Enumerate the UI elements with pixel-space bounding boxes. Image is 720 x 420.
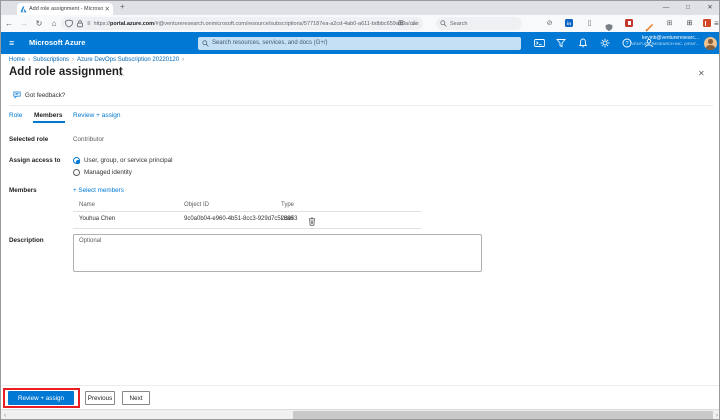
shield-icon[interactable]	[65, 19, 73, 28]
url-text: https://portal.azure.com/#@ventureresear…	[93, 20, 419, 27]
description-textarea[interactable]	[73, 234, 482, 272]
member-type: User	[281, 216, 294, 222]
window-close-button[interactable]: ✕	[699, 1, 719, 15]
azure-favicon-icon	[20, 6, 27, 12]
search-icon	[440, 20, 447, 27]
linkedin-extension-icon[interactable]: in	[565, 19, 574, 28]
scrollbar-thumb[interactable]	[293, 411, 713, 419]
col-header-type: Type	[281, 202, 295, 208]
tab-role[interactable]: Role	[9, 112, 22, 119]
browser-search-box[interactable]: Search	[436, 17, 522, 30]
new-tab-button[interactable]: +	[120, 2, 125, 11]
search-icon	[202, 39, 209, 47]
members-label: Members	[9, 187, 37, 194]
tab-title: Add role assignment - Microso	[29, 6, 103, 12]
table-row-divider	[73, 228, 421, 229]
hamburger-menu-icon[interactable]: ≡	[9, 32, 14, 54]
apps-grid-icon[interactable]: ⊞	[398, 15, 404, 32]
onenote-extension-icon[interactable]	[703, 19, 712, 28]
azure-search-box[interactable]: Search resources, services, and docs (G+…	[198, 36, 521, 50]
azure-brand[interactable]: Microsoft Azure	[29, 32, 85, 54]
description-label: Description	[9, 237, 44, 244]
window-maximize-button[interactable]: □	[677, 1, 699, 15]
title-menu-icon[interactable]: …	[118, 71, 126, 78]
cloud-shell-icon[interactable]	[528, 38, 550, 48]
breadcrumb-subscription-name[interactable]: Azure DevOps Subscription 20220120	[77, 57, 179, 63]
avatar[interactable]	[704, 36, 717, 50]
tab-close-icon[interactable]: ✕	[105, 5, 110, 13]
scroll-right-icon[interactable]: ›	[716, 410, 718, 419]
browser-window: Add role assignment - Microso ✕ + — □ ✕ …	[0, 0, 720, 420]
grid-extension-icon[interactable]: ⊞	[665, 19, 674, 28]
review-assign-button[interactable]: Review + assign	[8, 391, 74, 405]
browser-toolbar: ← → ↻ ⌂ ≡ https://portal.azure.com/#@ven…	[1, 15, 719, 32]
breadcrumb-subscriptions[interactable]: Subscriptions	[33, 57, 69, 63]
radio-user-group[interactable]	[73, 157, 80, 164]
scroll-left-icon[interactable]: ‹	[4, 410, 6, 419]
tab-members[interactable]: Members	[34, 112, 63, 119]
adblock-extension-icon[interactable]	[625, 19, 634, 28]
filter-icon[interactable]	[550, 38, 572, 48]
breadcrumb: Home › Subscriptions › Azure DevOps Subscrip…	[9, 57, 185, 63]
col-header-object-id: Object ID	[184, 202, 210, 208]
extension-blocker-icon[interactable]: ⊘	[545, 19, 554, 28]
tab-review-assign[interactable]: Review + assign	[73, 112, 121, 119]
breadcrumb-home[interactable]: Home	[9, 57, 25, 63]
active-tab-underline	[33, 121, 65, 123]
lock-icon[interactable]	[76, 19, 84, 28]
account-tenant: VENTURE RESEARCH INC. (VENT...	[631, 41, 699, 46]
reload-icon[interactable]: ↻	[33, 15, 45, 32]
bookmark-star-icon[interactable]: ☆	[411, 15, 417, 32]
url-bar[interactable]: ≡ https://portal.azure.com/#@venturerese…	[61, 17, 423, 30]
browser-tab[interactable]: Add role assignment - Microso ✕	[17, 3, 113, 15]
got-feedback-label: Got feedback?	[25, 91, 66, 99]
window-minimize-button[interactable]: —	[655, 1, 677, 15]
browser-search-placeholder: Search	[450, 20, 468, 27]
got-feedback-button[interactable]: Got feedback?	[13, 91, 65, 99]
back-icon[interactable]: ←	[3, 15, 15, 32]
selected-role-value: Contributor	[73, 136, 105, 143]
radio-user-group-label: User, group, or service principal	[84, 157, 173, 164]
selected-role-label: Selected role	[9, 136, 49, 143]
assign-access-label: Assign access to	[9, 157, 61, 164]
browser-tab-strip: Add role assignment - Microso ✕ + — □ ✕	[1, 1, 719, 15]
col-header-name: Name	[79, 202, 96, 208]
sidebar-extension-icon[interactable]: ▯	[585, 19, 594, 28]
forward-icon[interactable]: →	[18, 15, 30, 32]
radio-managed-identity[interactable]	[73, 169, 80, 176]
horizontal-scrollbar[interactable]: ‹ ›	[1, 409, 719, 419]
home-icon[interactable]: ⌂	[48, 15, 60, 32]
pen-extension-icon[interactable]	[645, 19, 654, 32]
window-controls: — □ ✕	[655, 1, 719, 15]
feedback-bubble-icon	[13, 91, 21, 99]
table-header-divider	[73, 211, 421, 212]
azure-header: ≡ Microsoft Azure Search resources, serv…	[1, 32, 719, 54]
reader-mode-icon[interactable]: ≡	[87, 21, 91, 27]
divider	[9, 105, 713, 106]
previous-button[interactable]: Previous	[85, 391, 115, 405]
next-button[interactable]: Next	[122, 391, 150, 405]
account-info[interactable]: kevinb@ventureresearc... VENTURE RESEARC…	[579, 35, 699, 46]
radio-managed-identity-label: Managed identity	[84, 169, 132, 176]
footer-divider	[1, 385, 719, 386]
tiles-extension-icon[interactable]: ⊞	[685, 19, 694, 28]
browser-menu-icon[interactable]: ≡	[714, 15, 719, 32]
page-title: Add role assignment	[9, 66, 123, 78]
close-blade-icon[interactable]: ✕	[698, 69, 705, 78]
azure-search-placeholder: Search resources, services, and docs (G+…	[212, 40, 328, 46]
select-members-link[interactable]: + Select members	[73, 187, 124, 194]
shield-extension-icon[interactable]	[605, 19, 614, 32]
member-name: Youhua Chen	[79, 216, 116, 222]
